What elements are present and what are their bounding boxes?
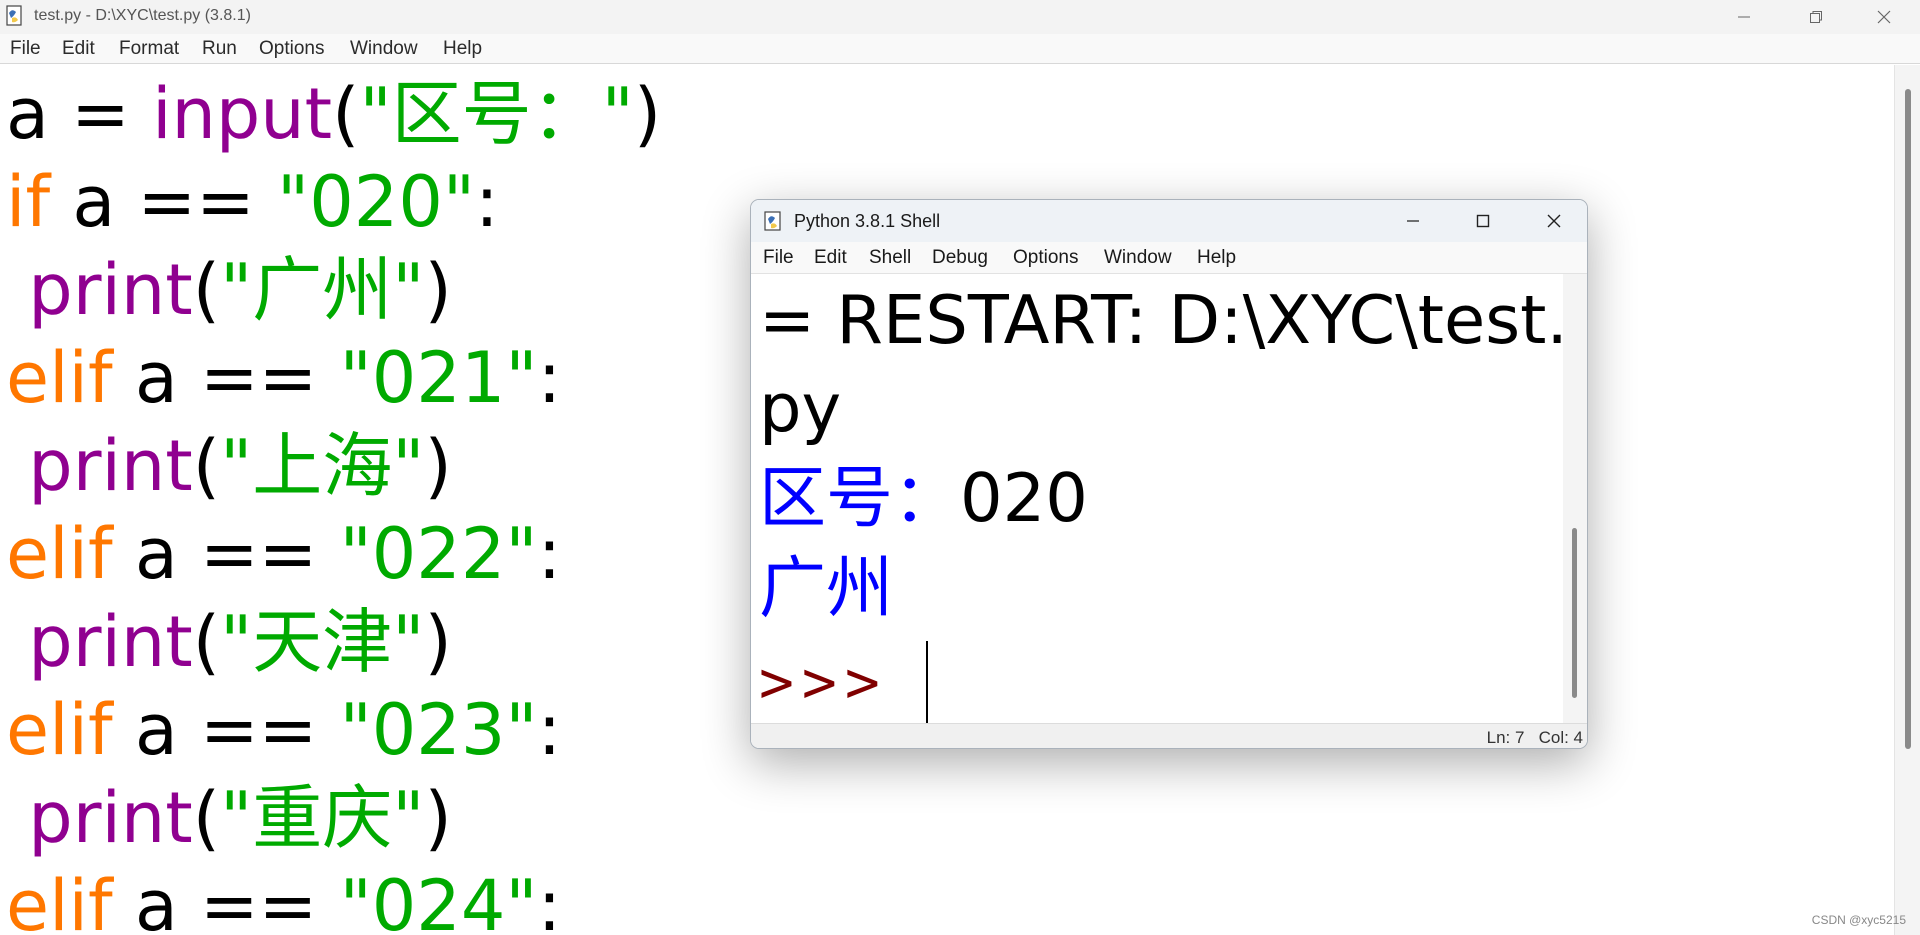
shell-menu-options[interactable]: Options	[1013, 247, 1078, 269]
input-line: 区号：020	[759, 454, 1088, 542]
menu-window[interactable]: Window	[350, 38, 418, 60]
menu-format[interactable]: Format	[119, 38, 179, 60]
editor-window-title: test.py - D:\XYC\test.py (3.8.1)	[34, 7, 251, 24]
code-line-7: print("天津")	[28, 601, 452, 683]
restore-icon	[1810, 11, 1822, 23]
shell-vertical-scrollbar[interactable]	[1563, 274, 1587, 723]
watermark: CSDN @xyc5215	[1811, 913, 1906, 927]
user-input-value: 020	[960, 459, 1088, 537]
code-line-2: if a == "020":	[6, 161, 499, 243]
editor-vertical-scrollbar[interactable]	[1894, 65, 1920, 935]
shell-menu-help[interactable]: Help	[1197, 247, 1236, 269]
editor-scroll-thumb[interactable]	[1905, 89, 1911, 749]
close-button[interactable]	[1848, 0, 1920, 34]
code-line-4: elif a == "021":	[6, 337, 562, 419]
shell-menu-edit[interactable]: Edit	[814, 247, 847, 269]
menu-options[interactable]: Options	[259, 38, 324, 60]
minimize-button[interactable]	[1708, 0, 1780, 34]
editor-title-bar: test.py - D:\XYC\test.py (3.8.1)	[0, 0, 1920, 34]
minimize-icon	[1407, 220, 1419, 222]
menu-file[interactable]: File	[10, 38, 41, 60]
shell-output[interactable]: = RESTART: D:\XYC\test. py 区号：020 广州 >>>	[751, 274, 1563, 723]
menu-help[interactable]: Help	[443, 38, 482, 60]
shell-menu-shell[interactable]: Shell	[869, 247, 911, 269]
idle-file-icon	[6, 5, 22, 26]
code-line-5: print("上海")	[28, 425, 452, 507]
code-line-8: elif a == "023":	[6, 689, 562, 771]
code-line-3: print("广州")	[28, 249, 452, 331]
python-shell-icon	[764, 211, 781, 231]
maximize-icon	[1476, 214, 1490, 228]
shell-title-bar: Python 3.8.1 Shell	[751, 200, 1587, 242]
close-icon	[1877, 10, 1891, 24]
code-line-9: print("重庆")	[28, 777, 452, 859]
cursor-position-status: Ln: 7 Col: 4	[1486, 728, 1583, 747]
menu-run[interactable]: Run	[202, 38, 237, 60]
shell-minimize-button[interactable]	[1378, 200, 1448, 242]
shell-close-button[interactable]	[1519, 200, 1587, 242]
shell-window-title: Python 3.8.1 Shell	[794, 211, 941, 231]
editor-menu-bar: File Edit Format Run Options Window Help	[0, 34, 1920, 64]
shell-menu-window[interactable]: Window	[1104, 247, 1172, 269]
shell-menu-file[interactable]: File	[763, 247, 794, 269]
program-output: 广州	[759, 549, 893, 627]
restore-button[interactable]	[1780, 0, 1852, 34]
shell-menu-bar: File Edit Shell Debug Options Window Hel…	[751, 242, 1587, 274]
restart-line: = RESTART: D:\XYC\test.	[759, 281, 1563, 359]
restart-line-wrap: py	[759, 369, 842, 447]
shell-scroll-thumb[interactable]	[1572, 528, 1577, 698]
shell-maximize-button[interactable]	[1448, 200, 1518, 242]
input-prompt-text: 区号：	[759, 459, 960, 537]
shell-status-bar: Ln: 7 Col: 4	[751, 723, 1587, 748]
python-shell-window: Python 3.8.1 Shell File Edit Shell Debug…	[750, 199, 1588, 749]
code-line-1: a = input("区号：")	[6, 73, 662, 155]
menu-edit[interactable]: Edit	[62, 38, 95, 60]
repl-prompt: >>>	[759, 648, 888, 716]
text-cursor	[926, 641, 928, 723]
code-line-10: elif a == "024":	[6, 865, 562, 935]
code-line-6: elif a == "022":	[6, 513, 562, 595]
close-icon	[1547, 214, 1561, 228]
minimize-icon	[1738, 16, 1750, 18]
shell-menu-debug[interactable]: Debug	[932, 247, 988, 269]
